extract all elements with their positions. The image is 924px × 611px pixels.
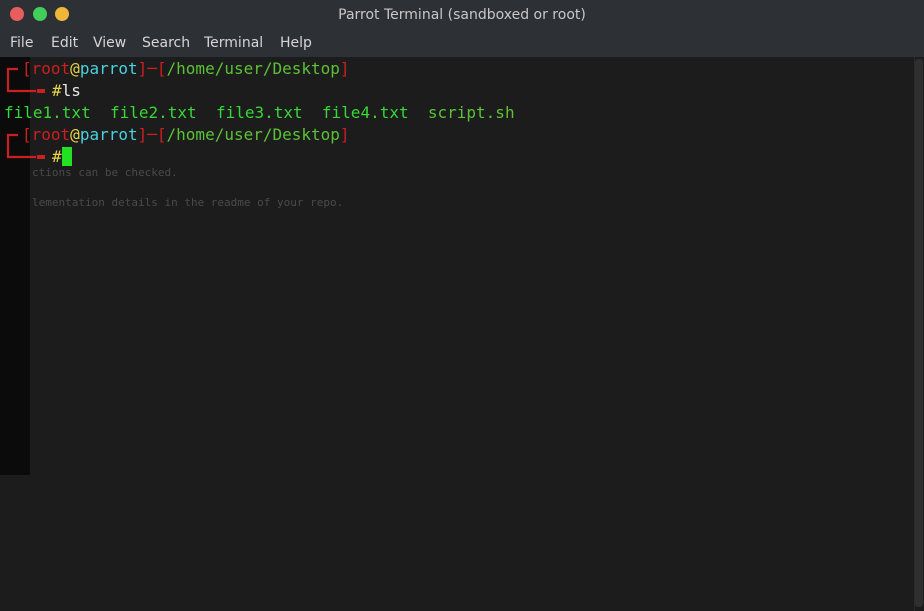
text-cursor	[61, 147, 72, 166]
script-entry: script.sh	[427, 103, 515, 122]
prompt-line: [root@parrot]─[/home/user/Desktop]	[22, 58, 350, 80]
prompt-hash: #	[52, 147, 62, 166]
prompt-close-bracket: ]	[137, 59, 148, 78]
prompt-dash: ─	[147, 125, 157, 144]
title-bar[interactable]: Parrot Terminal (sandboxed or root)	[0, 0, 924, 32]
prompt-hash: #	[52, 81, 62, 100]
ghost-text-line: lementation details in the readme of you…	[32, 196, 344, 209]
path-open-bracket: [	[156, 125, 167, 144]
menu-help[interactable]: Help	[280, 35, 312, 51]
prompt-host: parrot	[79, 125, 138, 144]
scrollbar-thumb[interactable]	[915, 59, 923, 607]
command-line: #ls	[52, 80, 81, 102]
path-close-bracket: ]	[339, 125, 350, 144]
terminal-output[interactable]: ctions can be checked. lementation detai…	[0, 57, 914, 611]
prompt-line: [root@parrot]─[/home/user/Desktop]	[22, 124, 350, 146]
menu-edit[interactable]: Edit	[51, 35, 78, 51]
prompt-user: root	[31, 125, 71, 144]
file-entry: file2.txt	[109, 103, 197, 122]
menu-file[interactable]: File	[10, 35, 33, 51]
menu-view[interactable]: View	[93, 35, 126, 51]
prompt-open-bracket: [	[22, 125, 32, 144]
path-close-bracket: ]	[339, 59, 350, 78]
menu-bar: File Edit View Search Terminal Help	[0, 32, 924, 57]
prompt-open-bracket: [	[22, 59, 32, 78]
terminal-window: Parrot Terminal (sandboxed or root) File…	[0, 0, 924, 611]
prompt-close-bracket: ]	[137, 125, 148, 144]
command-line[interactable]: #	[52, 146, 72, 168]
prompt-user: root	[31, 59, 71, 78]
prompt-at: @	[70, 59, 80, 78]
file-entry: file3.txt	[215, 103, 303, 122]
file-entry: file4.txt	[321, 103, 409, 122]
ls-output: file1.txt file2.txt file3.txt file4.txt …	[4, 102, 515, 124]
menu-terminal[interactable]: Terminal	[204, 35, 263, 51]
window-title: Parrot Terminal (sandboxed or root)	[338, 7, 586, 23]
prompt-dash: ─	[147, 59, 157, 78]
prompt-host: parrot	[79, 59, 138, 78]
prompt-path: /home/user/Desktop	[166, 59, 340, 78]
prompt-path: /home/user/Desktop	[166, 125, 340, 144]
file-entry: file1.txt	[4, 103, 91, 122]
command-text: ls	[61, 81, 81, 100]
path-open-bracket: [	[156, 59, 167, 78]
prompt-at: @	[70, 125, 80, 144]
menu-search[interactable]: Search	[142, 35, 190, 51]
